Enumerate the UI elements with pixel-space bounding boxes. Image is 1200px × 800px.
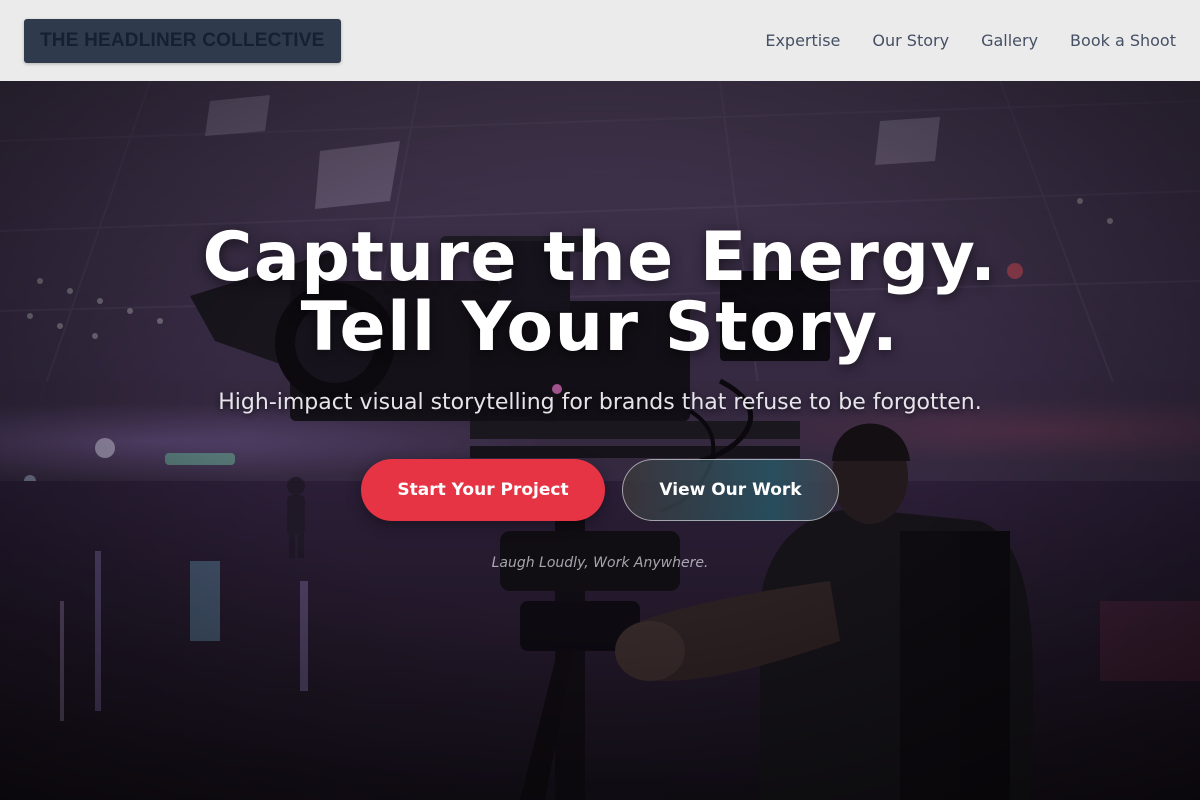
headline-line-2: Tell Your Story. xyxy=(300,288,900,367)
site-header: THE HEADLINER COLLECTIVE Expertise Our S… xyxy=(0,0,1200,81)
hero-content: Capture the Energy. Tell Your Story. Hig… xyxy=(0,81,1200,800)
nav-link-our-story[interactable]: Our Story xyxy=(872,31,949,50)
start-your-project-button[interactable]: Start Your Project xyxy=(361,459,605,521)
nav-link-gallery[interactable]: Gallery xyxy=(981,31,1038,50)
view-our-work-button[interactable]: View Our Work xyxy=(622,459,839,521)
main-nav: Expertise Our Story Gallery Book a Shoot xyxy=(765,31,1176,50)
headline-line-1: Capture the Energy. xyxy=(202,218,998,297)
hero-subheadline: High-impact visual storytelling for bran… xyxy=(218,390,982,415)
logo[interactable]: THE HEADLINER COLLECTIVE xyxy=(24,18,341,63)
nav-link-expertise[interactable]: Expertise xyxy=(765,31,840,50)
hero-section: Capture the Energy. Tell Your Story. Hig… xyxy=(0,81,1200,800)
hero-headline: Capture the Energy. Tell Your Story. xyxy=(202,223,997,363)
hero-tagline: Laugh Loudly, Work Anywhere. xyxy=(491,555,709,571)
logo-text[interactable]: THE HEADLINER COLLECTIVE xyxy=(40,30,325,52)
cta-button-group: Start Your Project View Our Work xyxy=(361,459,839,521)
nav-link-book-a-shoot[interactable]: Book a Shoot xyxy=(1070,31,1176,50)
